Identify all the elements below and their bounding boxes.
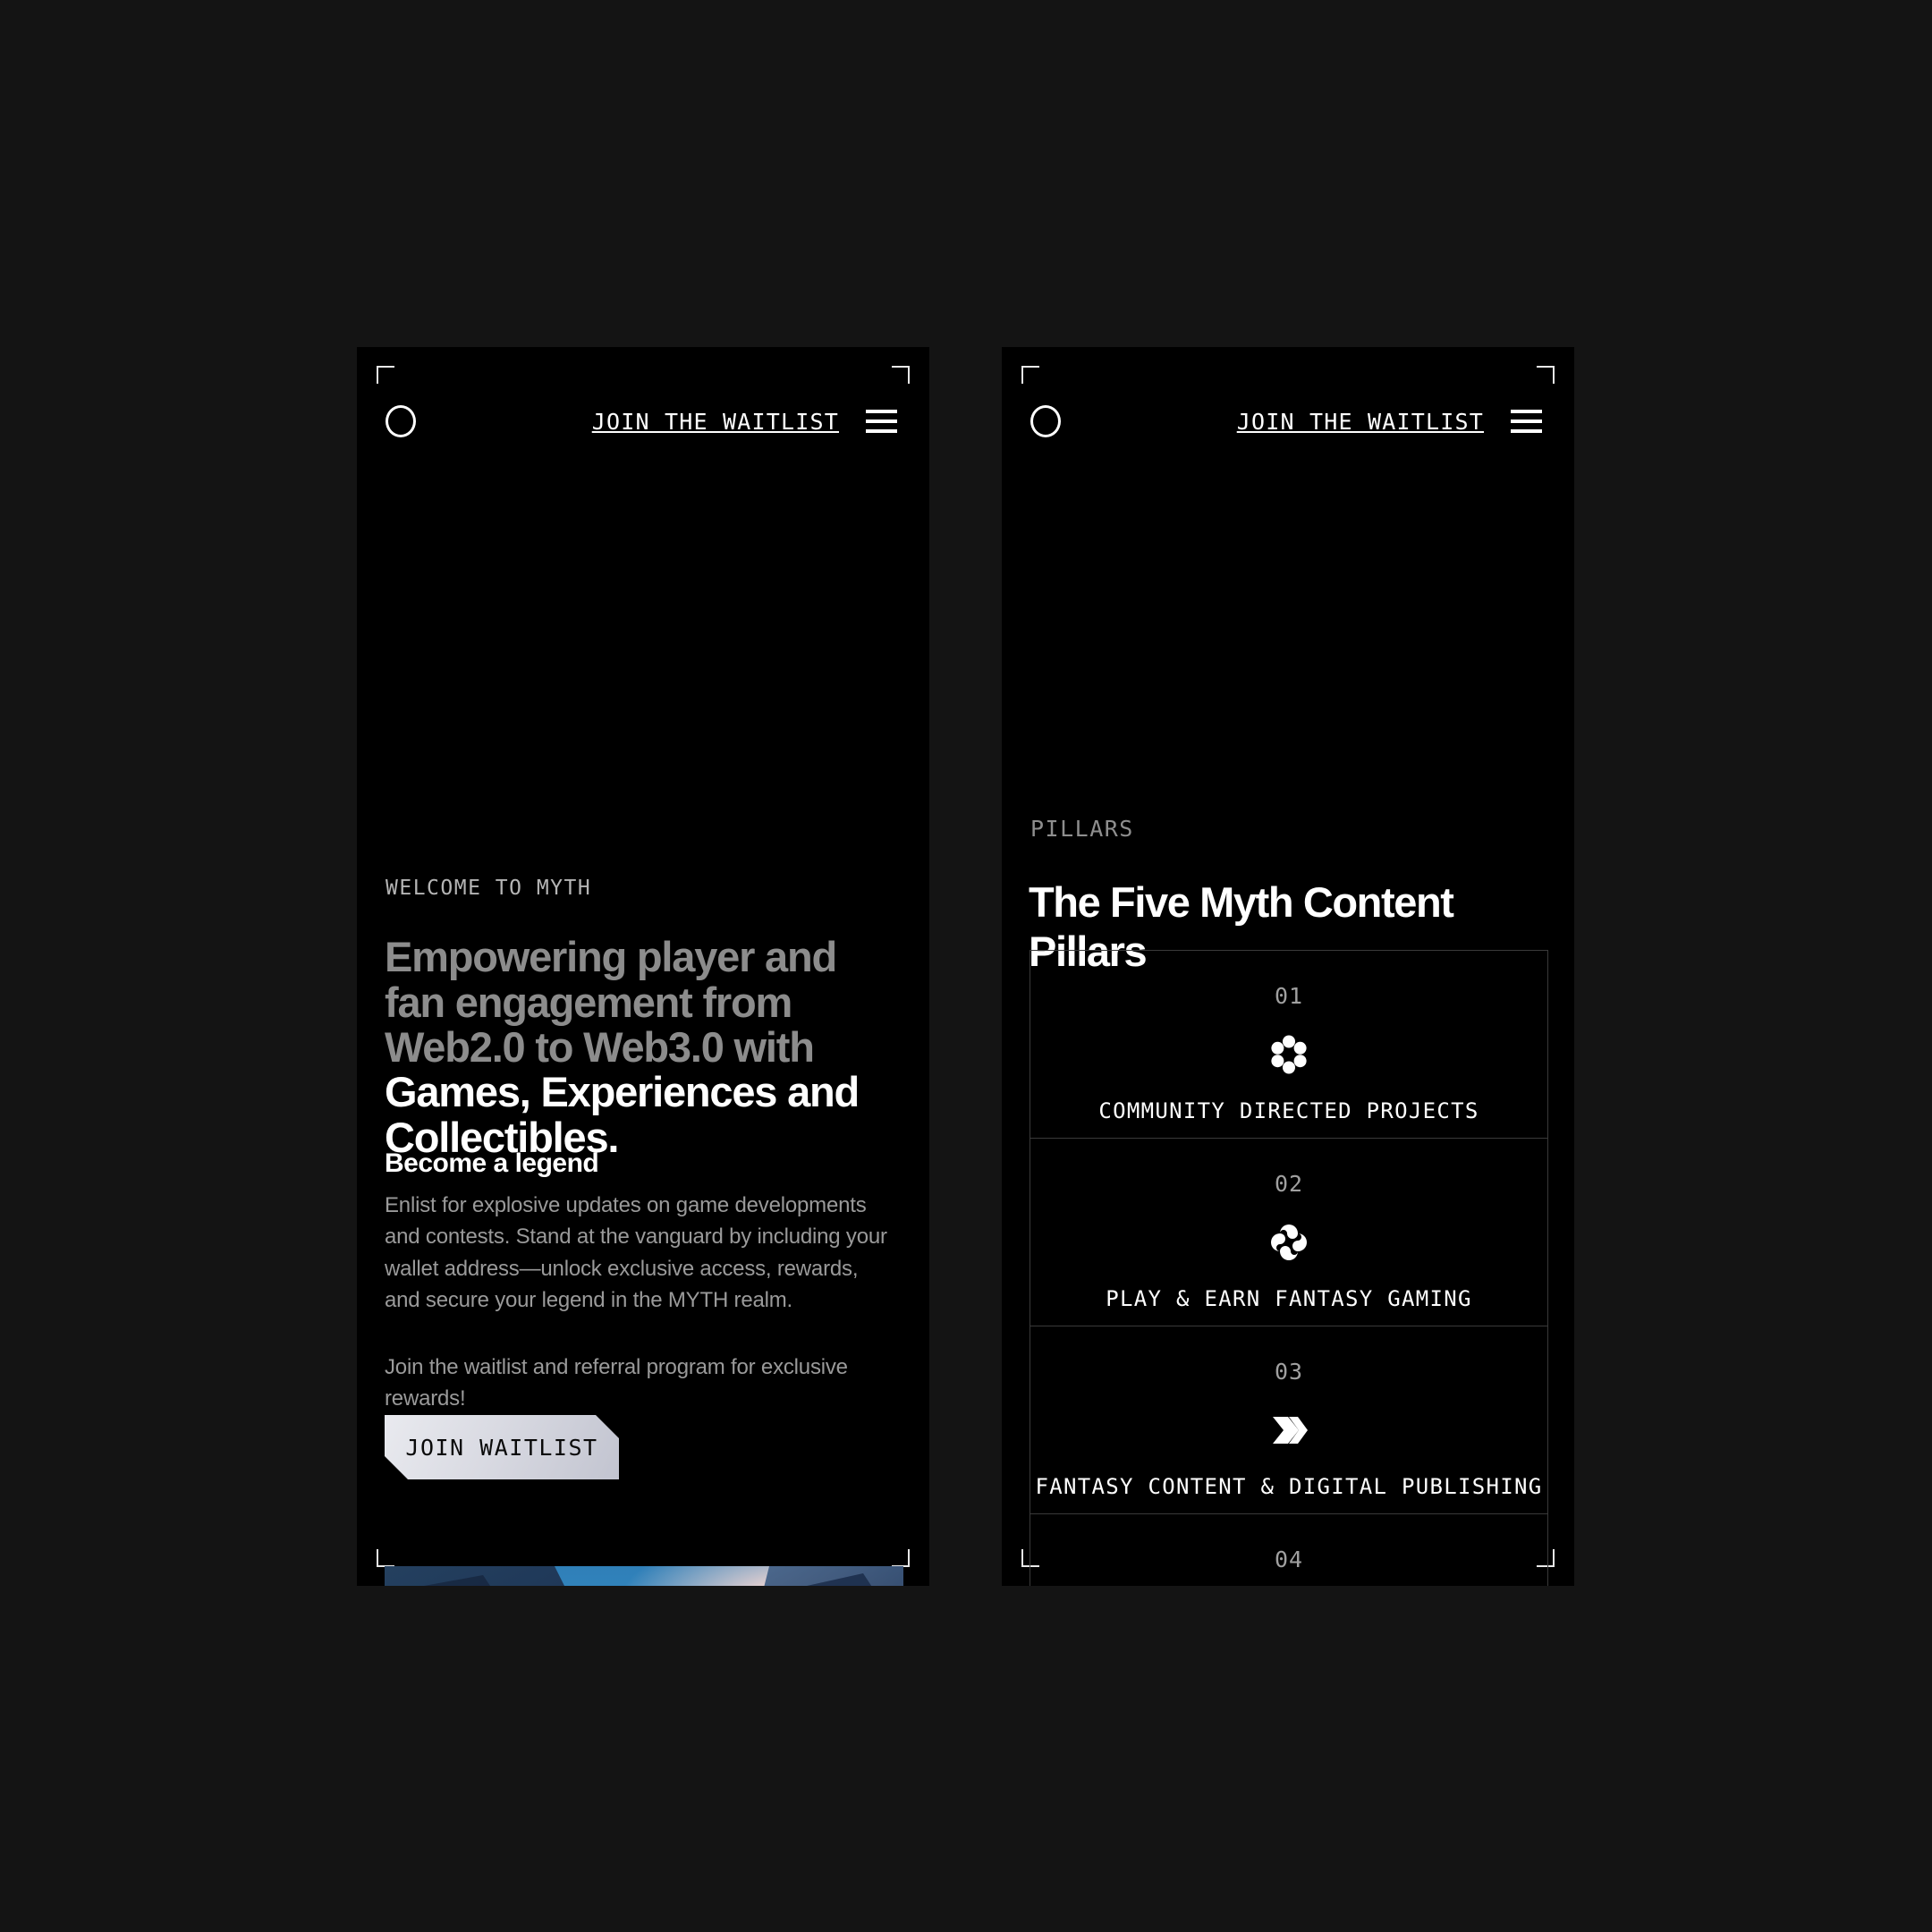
hamburger-menu-icon[interactable] (1511, 410, 1542, 433)
crop-mark-bottom-right (892, 1549, 910, 1567)
pillar-number: 03 (1274, 1359, 1304, 1385)
hamburger-bar-1 (866, 410, 897, 413)
phone-panel-pillars: JOIN THE WAITLIST PILLARS The Five Myth … (1002, 347, 1574, 1586)
pinwheel-swirl-icon (1268, 1222, 1309, 1263)
body-paragraph-secondary: Join the waitlist and referral program f… (385, 1355, 848, 1411)
body-paragraph: Enlist for explosive updates on game dev… (385, 1193, 887, 1312)
pillar-card-03[interactable]: 03 FANTASY CONTENT & DIGITAL PUBLISHING (1030, 1326, 1547, 1514)
join-waitlist-button-label: JOIN WAITLIST (405, 1434, 598, 1461)
crop-mark-bottom-left (377, 1549, 394, 1567)
join-the-waitlist-link[interactable]: JOIN THE WAITLIST (592, 409, 839, 435)
pillar-label: COMMUNITY DIRECTED PROJECTS (1098, 1098, 1479, 1123)
crop-mark-top-left (377, 366, 394, 384)
hamburger-bar-1 (1511, 410, 1542, 413)
crop-mark-top-right (1537, 366, 1555, 384)
crop-mark-top-left (1021, 366, 1039, 384)
hamburger-menu-icon[interactable] (866, 410, 897, 433)
pillar-card-01[interactable]: 01 COMMUNITY DIRECTED PROJECTS (1030, 951, 1547, 1139)
page-title: Empowering player and fan engagement fro… (385, 935, 903, 1159)
hamburger-bar-2 (866, 419, 897, 423)
hamburger-bar-2 (1511, 419, 1542, 423)
headline-grey-text: Empowering player and fan engagement fro… (385, 933, 837, 1072)
screen-root: JOIN THE WAITLIST WELCOME TO MYTH Empowe… (0, 0, 1932, 1932)
flower-cluster-icon (1268, 1034, 1309, 1075)
header-bar: JOIN THE WAITLIST (1002, 394, 1574, 449)
pillar-number: 01 (1274, 983, 1304, 1009)
hamburger-bar-3 (1511, 429, 1542, 433)
pillar-card-04[interactable]: 04 THE FANTASY METAVERSE (1030, 1514, 1547, 1586)
welcome-eyebrow: WELCOME TO MYTH (386, 877, 592, 900)
pillar-label: FANTASY CONTENT & DIGITAL PUBLISHING (1035, 1474, 1543, 1499)
headline-white-text: Games, Experiences and Collectibles. (385, 1068, 860, 1161)
pillar-number: 04 (1274, 1546, 1304, 1572)
header-bar: JOIN THE WAITLIST (357, 394, 929, 449)
hamburger-bar-3 (866, 429, 897, 433)
join-waitlist-button[interactable]: JOIN WAITLIST (385, 1415, 619, 1479)
pillar-card-02[interactable]: 02 PLAY & EARN FANTASY GAMING (1030, 1139, 1547, 1326)
double-chevron-icon (1268, 1410, 1309, 1451)
pillars-eyebrow: PILLARS (1030, 816, 1134, 842)
become-a-legend-heading: Become a legend (385, 1148, 599, 1178)
join-the-waitlist-link[interactable]: JOIN THE WAITLIST (1237, 409, 1484, 435)
circle-logo-icon[interactable] (1030, 405, 1061, 437)
circle-logo-icon[interactable] (386, 405, 416, 437)
artwork-terrain-layer (385, 1566, 903, 1586)
phone-panel-home: JOIN THE WAITLIST WELCOME TO MYTH Empowe… (357, 347, 929, 1586)
hero-artwork-image (385, 1566, 903, 1586)
pillar-number: 02 (1274, 1171, 1304, 1197)
pillar-label: PLAY & EARN FANTASY GAMING (1106, 1286, 1472, 1311)
crop-mark-top-right (892, 366, 910, 384)
pillars-list: 01 COMMUNITY DIRECTED PROJECTS 02 PLAY &… (1030, 950, 1548, 1586)
